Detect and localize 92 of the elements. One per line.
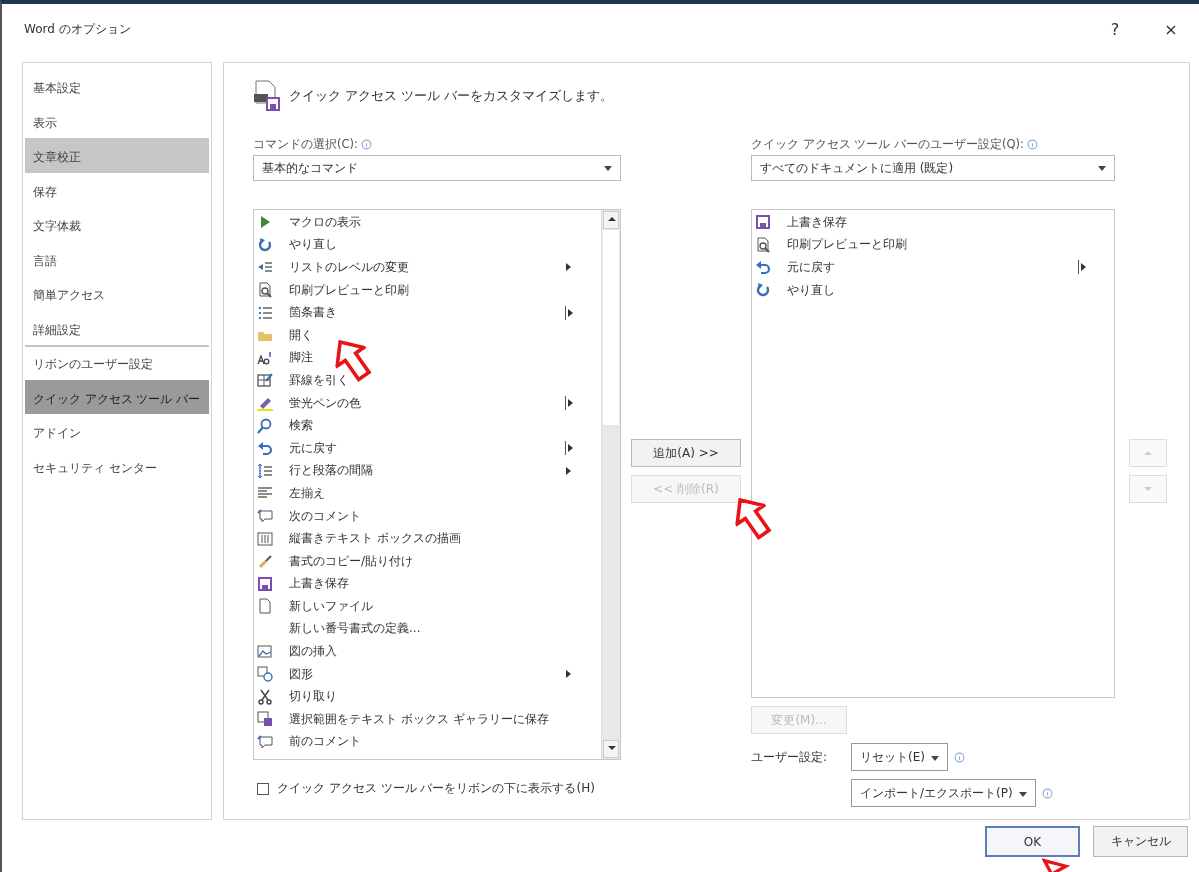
- down-arrow-icon: [1144, 487, 1152, 491]
- command-item[interactable]: 切り取り: [254, 685, 601, 709]
- save-icon: [257, 575, 273, 592]
- sidebar-item[interactable]: 表示: [25, 103, 209, 138]
- sidebar-item[interactable]: 詳細設定: [25, 310, 209, 345]
- sidebar-item[interactable]: 文字体裁: [25, 207, 209, 242]
- redo-icon: [755, 282, 771, 299]
- toolbar-command-item[interactable]: 印刷プレビューと印刷: [752, 233, 1114, 257]
- undo-icon: [257, 440, 273, 457]
- line-spacing-icon: [257, 462, 273, 479]
- table-draw-icon: [257, 372, 273, 389]
- text-box-icon: [257, 530, 273, 547]
- up-arrow-icon: [1144, 451, 1152, 455]
- sidebar-item[interactable]: 言語: [25, 241, 209, 276]
- command-item[interactable]: 罫線を引く: [254, 369, 601, 392]
- command-item[interactable]: リストのレベルの変更: [254, 256, 601, 279]
- document-icon: [257, 598, 273, 615]
- search-icon: [257, 417, 273, 434]
- command-item[interactable]: 箇条書き: [254, 301, 601, 324]
- command-item[interactable]: 次のコメント: [254, 504, 601, 528]
- info-icon: [953, 751, 965, 763]
- comment-icon: [257, 508, 273, 524]
- section-heading: クイック アクセス ツール バーをカスタマイズします。: [289, 87, 613, 105]
- cancel-button[interactable]: キャンセル: [1093, 826, 1188, 857]
- command-item[interactable]: 開く: [254, 323, 601, 347]
- command-item[interactable]: 前のコメント: [254, 730, 601, 754]
- sidebar-item[interactable]: 保存: [25, 172, 209, 207]
- footnote-icon: [257, 349, 273, 366]
- scrollbar[interactable]: [601, 210, 620, 759]
- command-item[interactable]: 印刷プレビューと印刷: [254, 278, 601, 302]
- comment-icon: [257, 733, 273, 750]
- command-item[interactable]: 書式のコピー/貼り付け: [254, 549, 601, 573]
- command-item[interactable]: 新しいファイル: [254, 595, 601, 618]
- toolbar-command-item[interactable]: やり直し: [752, 278, 1114, 302]
- info-icon: [1026, 138, 1038, 150]
- help-button[interactable]: ?: [1087, 11, 1143, 47]
- checkbox[interactable]: [257, 782, 269, 795]
- command-item[interactable]: 図の挿入: [254, 640, 601, 663]
- brush-icon: [257, 553, 273, 570]
- import-export-dropdown-button[interactable]: インポート/エクスポート(P): [851, 779, 1036, 807]
- sidebar-item[interactable]: クイック アクセス ツール バー: [25, 379, 209, 414]
- sidebar-item[interactable]: アドイン: [25, 414, 209, 449]
- command-item[interactable]: 脚注: [254, 346, 601, 370]
- add-button[interactable]: 追加(A) >>: [631, 439, 741, 467]
- redo-icon: [257, 236, 273, 253]
- command-item[interactable]: マクロの表示: [254, 211, 601, 234]
- command-item[interactable]: やり直し: [254, 233, 601, 257]
- command-item[interactable]: 左揃え: [254, 482, 601, 505]
- scroll-up-icon[interactable]: [603, 211, 619, 229]
- reset-dropdown-button[interactable]: リセット(E): [851, 743, 948, 771]
- undo-icon: [755, 259, 771, 276]
- sidebar-item[interactable]: 基本設定: [25, 69, 209, 104]
- command-item[interactable]: 選択範囲をテキスト ボックス ギャラリーに保存: [254, 708, 601, 731]
- toolbar-scope-label: クイック アクセス ツール バーのユーザー設定(Q):: [751, 135, 1115, 153]
- bullet-list-icon: [257, 304, 273, 321]
- window-title: Word のオプション: [24, 20, 132, 38]
- info-icon: [360, 138, 372, 150]
- commands-label: コマンドの選択(C):: [253, 135, 621, 153]
- command-item[interactable]: 蛍光ペンの色: [254, 391, 601, 415]
- print-preview-icon: [257, 282, 273, 299]
- sidebar-item[interactable]: 文章校正: [25, 138, 209, 173]
- picture-icon: [257, 643, 273, 660]
- highlighter-icon: [257, 395, 273, 412]
- save-to-gallery-icon: [257, 711, 273, 728]
- command-item[interactable]: 行と段落の間隔: [254, 459, 601, 483]
- command-item[interactable]: 新しい番号書式の定義...: [254, 617, 601, 641]
- info-icon: [1041, 787, 1053, 799]
- toolbar-command-item[interactable]: 上書き保存: [752, 211, 1114, 234]
- caret-icon: [930, 755, 939, 761]
- caret-icon: [1098, 165, 1106, 171]
- shapes-icon: [257, 666, 273, 683]
- save-icon: [755, 214, 771, 231]
- command-item[interactable]: 元に戻す: [254, 436, 601, 460]
- command-item[interactable]: 図形: [254, 662, 601, 686]
- caret-icon: [604, 165, 612, 171]
- toolbar-document-icon: [253, 80, 281, 112]
- scissors-icon: [257, 688, 273, 705]
- caret-icon: [1018, 791, 1027, 797]
- ok-button[interactable]: OK: [985, 826, 1080, 857]
- command-item[interactable]: 縦書きテキスト ボックスの描画: [254, 527, 601, 550]
- sidebar-item[interactable]: 簡単アクセス: [25, 276, 209, 311]
- print-preview-icon: [755, 236, 771, 253]
- commands-dropdown[interactable]: 基本的なコマンド: [253, 155, 621, 181]
- customizations-label: ユーザー設定:: [751, 748, 829, 766]
- command-item[interactable]: 上書き保存: [254, 572, 601, 596]
- scroll-down-icon[interactable]: [603, 740, 619, 758]
- command-item[interactable]: 検索: [254, 414, 601, 437]
- close-button[interactable]: ×: [1143, 11, 1199, 47]
- sidebar-item[interactable]: セキュリティ センター: [25, 448, 209, 483]
- toolbar-command-item[interactable]: 元に戻す: [752, 256, 1114, 279]
- toolbar-scope-dropdown[interactable]: すべてのドキュメントに適用 (既定): [751, 155, 1115, 181]
- checkbox-label: クイック アクセス ツール バーをリボンの下に表示する(H): [277, 780, 595, 797]
